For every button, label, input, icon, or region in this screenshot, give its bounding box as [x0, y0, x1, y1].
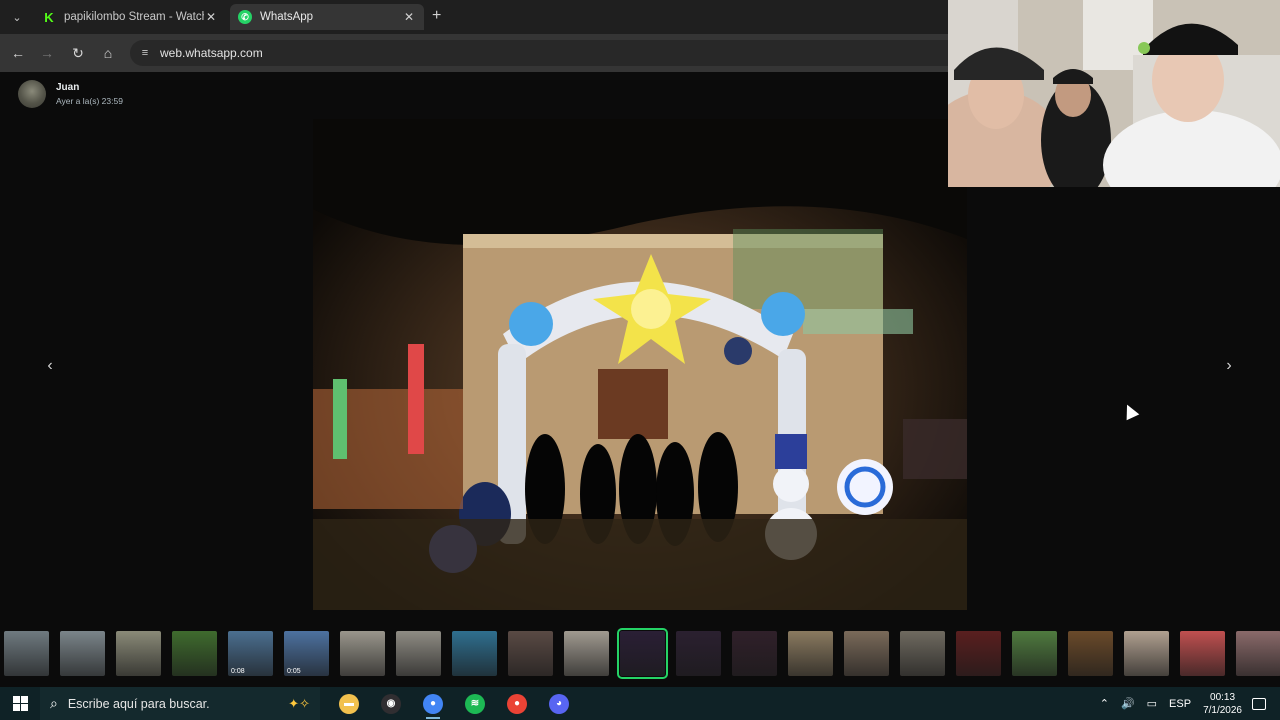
mouse-pointer	[1120, 401, 1140, 421]
media-thumbnail[interactable]	[1124, 630, 1169, 676]
display-icon[interactable]: ▭	[1147, 697, 1157, 710]
sender-time: Ayer a la(s) 23:59	[56, 96, 123, 106]
media-thumbnail[interactable]	[1180, 630, 1225, 676]
media-thumbnail[interactable]	[617, 627, 668, 679]
reload-icon[interactable]: ↻	[69, 44, 87, 62]
media-thumbnail[interactable]	[340, 630, 385, 676]
chevron-up-icon[interactable]: ⌃	[1100, 697, 1109, 710]
media-thumbnail[interactable]	[1012, 630, 1057, 676]
media-thumbnail[interactable]	[396, 630, 441, 676]
new-tab-icon[interactable]: +	[432, 7, 441, 25]
media-thumbnail[interactable]: 0:08	[228, 630, 273, 676]
forward-icon[interactable]: →	[38, 44, 56, 62]
close-icon[interactable]: ✕	[402, 10, 416, 24]
media-thumbnail[interactable]	[1068, 630, 1113, 676]
tab-title: papikilombo Stream - Watch Li	[64, 11, 204, 23]
clock-time: 00:13	[1210, 691, 1236, 703]
webcam-overlay	[948, 0, 1280, 187]
sender-info[interactable]: Juan Ayer a la(s) 23:59	[18, 80, 123, 108]
media-thumbnail[interactable]	[172, 630, 217, 676]
media-thumbnail[interactable]	[4, 630, 49, 676]
media-thumbnail[interactable]	[60, 630, 105, 676]
tab-kick-stream[interactable]: K papikilombo Stream - Watch Li ✕	[34, 4, 226, 30]
tab-search-icon[interactable]: ⌄	[6, 6, 28, 28]
chrome-icon: ●	[423, 693, 443, 714]
media-photo	[313, 119, 967, 610]
taskbar-app[interactable]: ≋	[454, 687, 496, 720]
sender-name: Juan	[56, 82, 80, 93]
media-thumbnail[interactable]	[508, 630, 553, 676]
notification-icon[interactable]	[1252, 697, 1266, 710]
back-icon[interactable]: ←	[9, 44, 27, 62]
taskbar-clock[interactable]: 00:13 7/1/2026	[1203, 691, 1242, 717]
taskbar-app[interactable]: ●	[412, 687, 454, 720]
media-thumbnail[interactable]	[564, 630, 609, 676]
site-settings-icon[interactable]: ≡	[130, 47, 160, 59]
taskbar-app[interactable]: ◉	[370, 687, 412, 720]
media-thumbnail[interactable]: 0:05	[284, 630, 329, 676]
chevron-left-icon[interactable]: ‹	[39, 355, 61, 377]
kick-icon: K	[42, 10, 56, 25]
system-tray: ⌃ 🔊 ▭ ESP 00:13 7/1/2026	[1094, 687, 1280, 720]
media-thumbnail[interactable]	[452, 630, 497, 676]
avatar	[18, 80, 46, 108]
obs-icon: ◉	[381, 693, 401, 714]
discord-icon: ◕	[549, 693, 569, 714]
media-thumbnail[interactable]	[116, 630, 161, 676]
search-placeholder: Escribe aquí para buscar.	[67, 696, 210, 711]
language-indicator[interactable]: ESP	[1169, 698, 1191, 710]
media-thumbnail[interactable]	[844, 630, 889, 676]
spotify-icon: ≋	[465, 693, 485, 714]
url-text: web.whatsapp.com	[160, 46, 263, 60]
start-button[interactable]	[0, 687, 40, 720]
clock-date: 7/1/2026	[1203, 704, 1242, 716]
media-thumbnail[interactable]	[676, 630, 721, 676]
speaker-icon[interactable]: 🔊	[1121, 697, 1135, 710]
copilot-sparkle-icon: ✦✧	[288, 695, 310, 711]
media-thumbnail[interactable]	[956, 630, 1001, 676]
taskbar-search-box[interactable]: ⌕ Escribe aquí para buscar. ✦✧	[40, 687, 320, 720]
video-duration: 0:05	[287, 667, 301, 675]
close-icon[interactable]: ✕	[204, 10, 218, 24]
media-thumbnail[interactable]	[788, 630, 833, 676]
media-thumbnail[interactable]	[732, 630, 777, 676]
media-thumbnail-strip: 0:08 0:05	[0, 620, 1280, 686]
home-icon[interactable]: ⌂	[99, 44, 117, 62]
whatsapp-icon: ✆	[238, 10, 252, 24]
windows-logo-icon	[12, 696, 28, 711]
media-thumbnail[interactable]	[1236, 630, 1280, 676]
tab-title: WhatsApp	[260, 11, 314, 23]
address-bar[interactable]: ≡ web.whatsapp.com	[130, 40, 960, 66]
chrome-icon: ●	[507, 693, 527, 714]
windows-taskbar: ⌕ Escribe aquí para buscar. ✦✧ ▬ ◉ ● ≋ ● ◕ ⌃ …	[0, 687, 1280, 720]
taskbar-app[interactable]: ●	[496, 687, 538, 720]
chevron-right-icon[interactable]: ›	[1218, 355, 1240, 377]
media-thumbnail[interactable]	[900, 630, 945, 676]
search-icon: ⌕	[50, 695, 58, 711]
taskbar-app[interactable]: ◕	[538, 687, 580, 720]
tab-whatsapp[interactable]: ✆ WhatsApp ✕	[230, 4, 424, 30]
file-explorer-icon: ▬	[339, 693, 359, 714]
taskbar-pinned-apps: ▬ ◉ ● ≋ ● ◕	[328, 687, 580, 720]
taskbar-app[interactable]: ▬	[328, 687, 370, 720]
video-duration: 0:08	[231, 667, 245, 675]
